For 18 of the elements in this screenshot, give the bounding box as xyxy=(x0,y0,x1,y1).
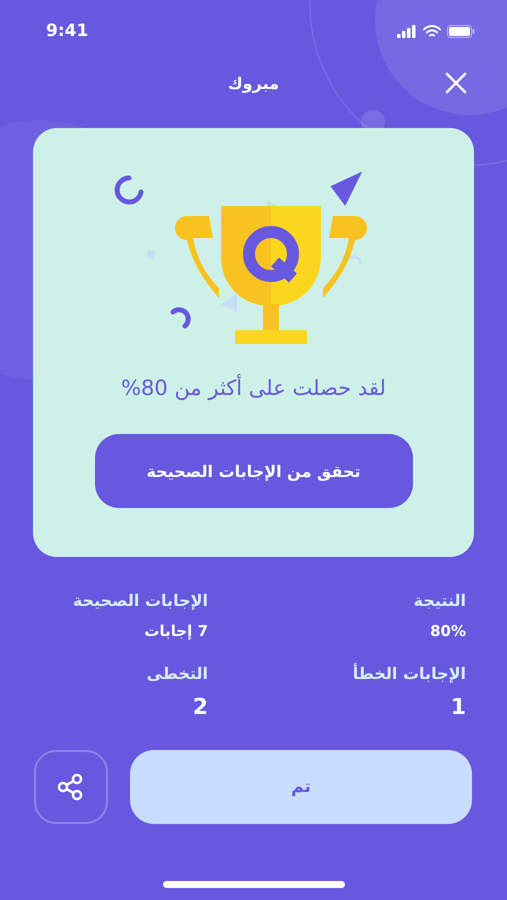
stat-label: النتيجة xyxy=(412,591,466,610)
stat-value: 7 إجابات xyxy=(143,622,208,640)
signal-icon xyxy=(397,24,417,38)
check-answers-button[interactable]: تحقق من الإجابات الصحيحة xyxy=(94,434,412,508)
done-button[interactable]: تم xyxy=(130,750,472,824)
share-icon[interactable] xyxy=(34,750,108,824)
header-title: مبروك xyxy=(228,74,279,92)
stat-value: 2 xyxy=(192,695,208,720)
close-icon[interactable] xyxy=(443,70,469,96)
result-message: لقد حصلت على أكثر من 80% xyxy=(121,376,386,400)
battery-icon xyxy=(447,24,475,38)
stat-label: الإجابات الخطأ xyxy=(352,664,466,683)
wifi-icon xyxy=(423,24,441,38)
stat-label: التخطى xyxy=(146,664,208,683)
stat-value: 80% xyxy=(429,622,466,640)
stat-label: الإجابات الصحيحة xyxy=(72,591,208,610)
stat-value: 1 xyxy=(450,695,466,720)
status-time: 9:41 xyxy=(46,21,88,41)
